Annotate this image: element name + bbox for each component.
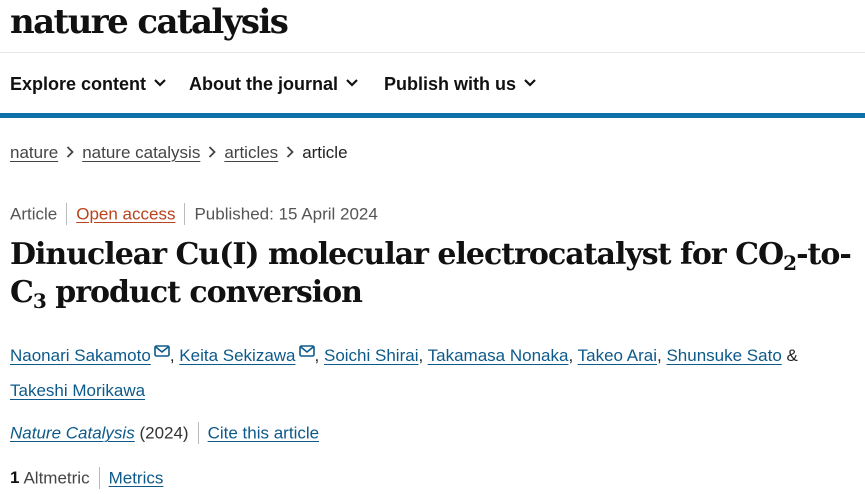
metrics-link[interactable]: Metrics bbox=[109, 468, 164, 487]
meta-divider bbox=[184, 203, 186, 225]
meta-divider bbox=[66, 203, 68, 225]
nav-divider-rule bbox=[0, 113, 865, 118]
article-meta: Article Open access Published: 15 April 20… bbox=[10, 203, 378, 226]
author-separator: , bbox=[418, 346, 424, 365]
title-subscript-2: 3 bbox=[32, 289, 47, 313]
journal-logo[interactable]: nature catalysis bbox=[10, 2, 289, 42]
author-separator: , bbox=[314, 346, 320, 365]
breadcrumb-nature-catalysis[interactable]: nature catalysis bbox=[82, 143, 200, 162]
chevron-down-icon bbox=[346, 79, 358, 87]
article-title: Dinuclear Cu(I) molecular electrocatalys… bbox=[10, 236, 860, 312]
breadcrumb-articles[interactable]: articles bbox=[224, 143, 278, 162]
altmetric-count: 1 bbox=[10, 468, 20, 488]
chevron-right-icon bbox=[287, 146, 294, 158]
envelope-icon[interactable] bbox=[298, 345, 315, 357]
envelope-icon[interactable] bbox=[154, 345, 170, 357]
citation-line: Nature Catalysis (2024) Cite this article bbox=[10, 422, 319, 445]
chevron-down-icon bbox=[154, 79, 166, 87]
author-link[interactable]: Naonari Sakamoto bbox=[10, 346, 151, 365]
metrics-divider bbox=[98, 467, 100, 489]
author-separator: , bbox=[169, 346, 175, 365]
article-type: Article bbox=[10, 204, 58, 224]
chevron-right-icon bbox=[209, 146, 217, 158]
journal-name-link[interactable]: Nature Catalysis bbox=[10, 423, 135, 442]
title-part-3: product conversion bbox=[45, 275, 363, 310]
author-separator: , bbox=[657, 346, 662, 365]
title-subscript-1: 2 bbox=[783, 251, 797, 275]
nav-about-label: About the journal bbox=[189, 74, 338, 94]
author-link[interactable]: Keita Sekizawa bbox=[179, 346, 295, 365]
nav-publish-label: Publish with us bbox=[384, 74, 517, 94]
author-link[interactable]: Takeo Arai bbox=[578, 346, 657, 365]
open-access-link[interactable]: Open access bbox=[76, 204, 175, 223]
main-navigation: Explore content About the journal Publis… bbox=[0, 53, 865, 113]
title-part-1: Dinuclear Cu(I) molecular electrocatalys… bbox=[10, 237, 784, 272]
nav-explore-label: Explore content bbox=[10, 74, 147, 94]
author-link[interactable]: Takeshi Morikawa bbox=[10, 381, 145, 400]
author-separator: , bbox=[568, 346, 574, 365]
cite-this-article-link[interactable]: Cite this article bbox=[208, 423, 319, 442]
nav-publish-with-us[interactable]: Publish with us bbox=[384, 73, 536, 95]
breadcrumb-current: article bbox=[302, 143, 348, 162]
author-ampersand: & bbox=[786, 346, 798, 365]
metrics-line: 1 Altmetric Metrics bbox=[10, 467, 164, 490]
nav-explore-content[interactable]: Explore content bbox=[10, 73, 166, 95]
chevron-right-icon bbox=[67, 146, 74, 158]
author-link[interactable]: Soichi Shirai bbox=[324, 346, 419, 365]
breadcrumb-nature[interactable]: nature bbox=[10, 143, 58, 162]
author-link[interactable]: Takamasa Nonaka bbox=[428, 346, 569, 365]
altmetric-label: Altmetric bbox=[23, 468, 90, 488]
nav-about-journal[interactable]: About the journal bbox=[189, 73, 358, 95]
site-header: nature catalysis bbox=[0, 0, 865, 53]
author-list: Naonari Sakamoto, Keita Sekizawa, Soichi… bbox=[10, 338, 860, 408]
author-link[interactable]: Shunsuke Sato bbox=[666, 346, 781, 365]
published-date: Published: 15 April 2024 bbox=[194, 204, 378, 224]
citation-divider bbox=[197, 422, 199, 444]
breadcrumb: nature nature catalysis articles article bbox=[10, 143, 348, 163]
citation-year: (2024) bbox=[139, 423, 189, 443]
chevron-down-icon bbox=[524, 79, 536, 87]
